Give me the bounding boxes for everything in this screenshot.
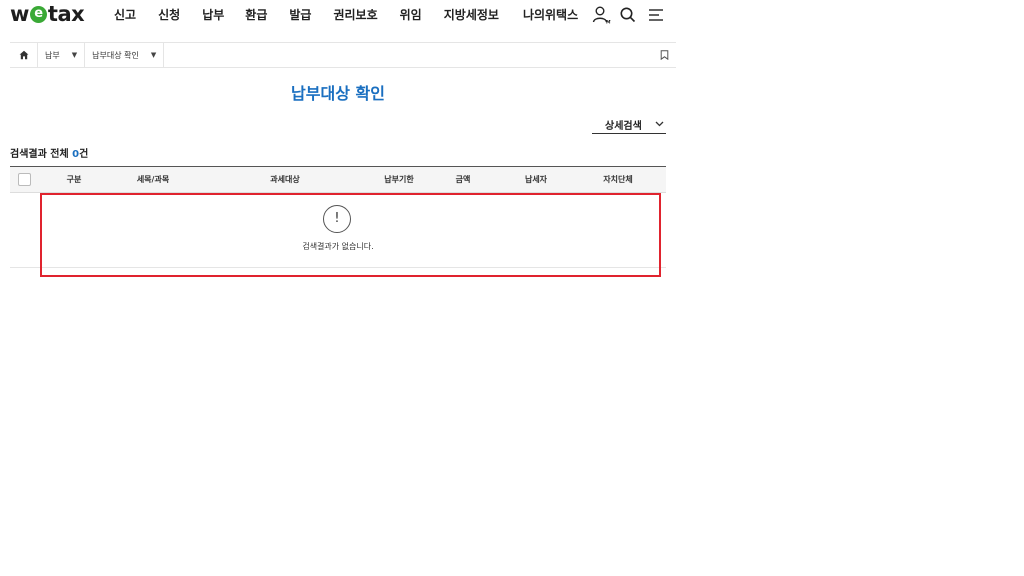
user-my-icon: MY: [592, 6, 611, 26]
column-header-category: 구분: [66, 175, 82, 184]
column-header-tax-item: 세목/과목: [136, 175, 170, 184]
breadcrumb-label: 납부: [45, 50, 60, 60]
chevron-down-icon: [655, 121, 664, 127]
highlight-box: [40, 193, 661, 277]
table-header: 구분 세목/과목 과세대상 납부기한 금액 납세자 자치단체: [10, 166, 666, 193]
breadcrumb: 납부 ▼ 납부대상 확인 ▼: [10, 42, 676, 68]
logo-text-tax: tax: [47, 2, 85, 26]
nav-item-payment[interactable]: 납부: [202, 6, 224, 23]
logo-e-circle: e: [29, 5, 47, 23]
nav-item-apply[interactable]: 신청: [158, 6, 180, 23]
nav-item-report[interactable]: 신고: [114, 6, 136, 23]
result-count-label: 검색결과 전체: [10, 149, 69, 160]
nav-item-refund[interactable]: 환급: [245, 6, 267, 23]
menu-button[interactable]: [646, 5, 666, 25]
logo-text-w: w: [10, 2, 29, 26]
site-header: w e tax 신고 신청 납부 환급 발급 권리보호 위임 지방세정보 나의위택스…: [0, 0, 676, 42]
select-all-checkbox[interactable]: [18, 173, 31, 186]
main-nav: 신고 신청 납부 환급 발급 권리보호 위임 지방세정보 나의위택스: [104, 6, 578, 23]
column-header-tax-object: 과세대상: [270, 175, 300, 184]
hamburger-menu-icon: [649, 9, 663, 21]
breadcrumb-item-payment-target[interactable]: 납부대상 확인 ▼: [85, 43, 165, 67]
my-badge: MY: [606, 20, 611, 26]
column-header-taxpayer: 납세자: [524, 175, 548, 184]
bookmark-button[interactable]: [652, 43, 676, 67]
result-count-unit: 건: [79, 149, 89, 160]
result-count: 검색결과 전체 0건: [10, 145, 88, 160]
wetax-logo[interactable]: w e tax: [10, 2, 85, 26]
nav-item-delegation[interactable]: 위임: [400, 6, 422, 23]
nav-item-my-wetax[interactable]: 나의위택스: [523, 6, 578, 23]
search-icon: [620, 7, 636, 23]
home-icon: [19, 50, 28, 60]
column-header-municipality: 자치단체: [603, 175, 633, 184]
nav-item-local-tax-info[interactable]: 지방세정보: [444, 6, 499, 23]
bookmark-icon: [660, 50, 668, 60]
caret-down-icon: ▼: [71, 51, 78, 59]
my-page-button[interactable]: MY: [591, 5, 611, 25]
breadcrumb-item-payment[interactable]: 납부 ▼: [38, 43, 86, 67]
detail-search-toggle[interactable]: 상세검색: [592, 115, 666, 134]
column-header-due-date: 납부기한: [384, 175, 414, 184]
breadcrumb-home[interactable]: [10, 43, 38, 67]
column-header-amount: 금액: [455, 175, 471, 184]
page-title: 납부대상 확인: [291, 84, 385, 103]
detail-search-label: 상세검색: [605, 120, 642, 132]
page-frame: w e tax 신고 신청 납부 환급 발급 권리보호 위임 지방세정보 나의위택스…: [0, 0, 676, 576]
nav-item-rights[interactable]: 권리보호: [333, 6, 377, 23]
caret-down-icon: ▼: [150, 51, 157, 59]
search-button[interactable]: [618, 5, 638, 25]
breadcrumb-label: 납부대상 확인: [92, 50, 139, 60]
nav-item-issue[interactable]: 발급: [289, 6, 311, 23]
